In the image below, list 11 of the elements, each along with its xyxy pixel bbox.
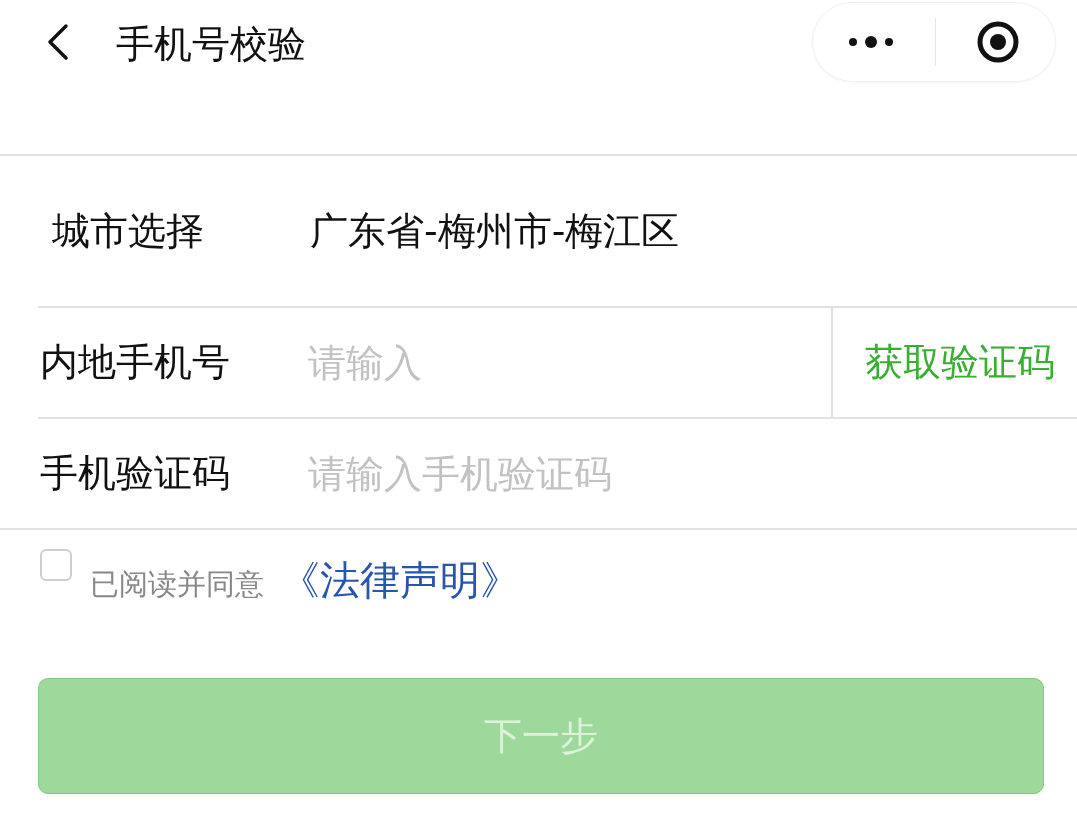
input-field[interactable]: 请输入 [308,332,831,393]
legal-link[interactable]: 《法律声明》 [280,552,520,608]
page-title: 手机号校验 [116,21,306,68]
city-select[interactable]: 广东省-梅州市-梅江区 [310,205,680,257]
more-icon[interactable] [847,34,895,50]
input-field[interactable]: 请输入手机验证码 [308,443,1077,504]
agreement-text: 已阅读并同意 [90,566,264,603]
field-label: 城市选择 [52,207,205,255]
field-label: 手机验证码 [40,450,231,497]
checkbox[interactable] [40,549,72,581]
field-label: 内地手机号 [40,339,231,386]
